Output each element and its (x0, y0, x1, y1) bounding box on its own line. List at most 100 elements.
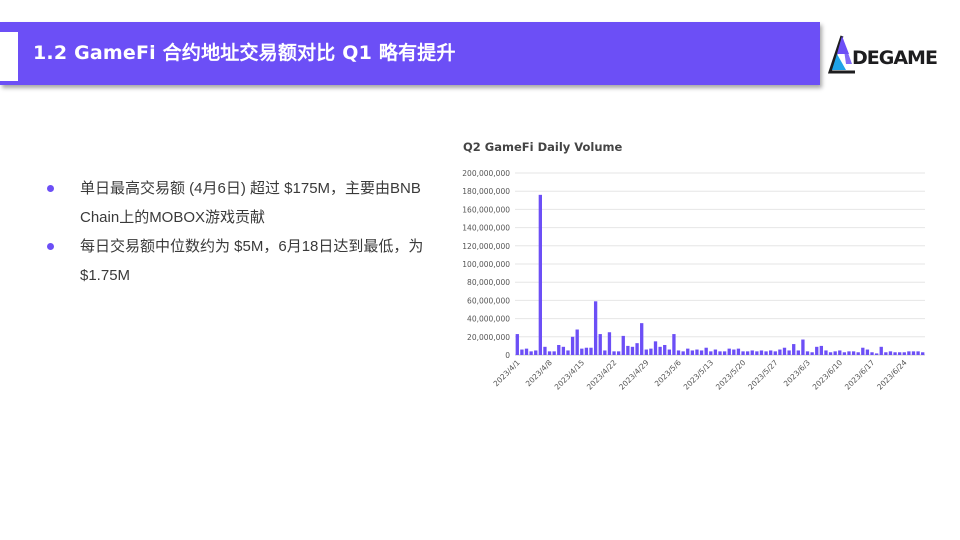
bar (690, 350, 695, 355)
bar (552, 351, 556, 355)
bar (838, 350, 842, 355)
bar (745, 351, 750, 355)
bar (603, 350, 607, 355)
bar (727, 348, 731, 355)
bar (769, 350, 773, 355)
bar (805, 351, 810, 355)
bar (635, 343, 639, 355)
bullet-item: 每日交易额中位数约为 $5M，6月18日达到最低，为 $1.75M (44, 232, 444, 290)
logo-text: DEGAME (852, 47, 938, 69)
bar (580, 348, 584, 355)
bar (695, 349, 699, 355)
y-tick-label: 180,000,000 (462, 187, 510, 196)
x-tick-label: 2023/4/1 (492, 358, 522, 388)
y-tick-label: 160,000,000 (462, 205, 510, 214)
bar (589, 347, 593, 355)
bar (810, 352, 814, 355)
bar (709, 351, 713, 355)
y-tick-label: 20,000,000 (467, 333, 510, 342)
bar (879, 346, 883, 355)
bar (529, 351, 533, 355)
chart-bars (515, 194, 925, 355)
bar (644, 349, 648, 355)
bullet-list: 单日最高交易额 (4月6日) 超过 $175M，主要由BNB Chain上的MO… (44, 174, 444, 290)
bar (833, 351, 837, 355)
bar (874, 353, 879, 355)
bar (593, 301, 598, 355)
bar (759, 350, 764, 355)
degame-logo: DEGAME (827, 34, 954, 78)
bar (865, 349, 870, 355)
chart-title: Q2 GameFi Daily Volume (463, 140, 623, 154)
bar (607, 332, 612, 355)
bar (828, 352, 833, 355)
bar (704, 347, 708, 355)
bar (713, 349, 718, 355)
bar (801, 339, 805, 355)
bar (842, 352, 847, 355)
y-tick-label: 0 (505, 351, 510, 360)
bar (667, 349, 671, 355)
bar (566, 350, 570, 355)
bullet-item: 单日最高交易额 (4月6日) 超过 $175M，主要由BNB Chain上的MO… (44, 174, 444, 232)
bar (630, 346, 635, 355)
x-tick-label: 2023/6/24 (875, 358, 909, 392)
y-tick-label: 100,000,000 (462, 260, 510, 269)
bar (888, 351, 893, 355)
bar (764, 351, 768, 355)
bullet-dot (47, 243, 54, 250)
x-tick-label: 2023/6/3 (782, 358, 812, 388)
bar (902, 352, 906, 355)
bar (561, 346, 566, 355)
x-tick-label: 2023/4/8 (524, 358, 554, 388)
bar (819, 345, 824, 355)
bullet-dot (47, 185, 54, 192)
bar (732, 349, 736, 355)
y-tick-label: 140,000,000 (462, 224, 510, 233)
bar (534, 350, 538, 355)
bar (584, 347, 589, 355)
bar (884, 352, 888, 355)
bar (921, 352, 925, 355)
bar (515, 334, 519, 355)
bar (598, 334, 602, 355)
bar (543, 346, 547, 355)
y-tick-label: 120,000,000 (462, 242, 510, 251)
y-tick-label: 80,000,000 (467, 278, 510, 287)
bar (626, 345, 630, 355)
bar (907, 351, 911, 355)
bar (612, 351, 616, 355)
bar (773, 351, 777, 355)
bullet-text: 单日最高交易额 (4月6日) 超过 $175M，主要由BNB Chain上的MO… (80, 180, 421, 226)
chart-grid (515, 172, 925, 356)
volume-chart: Q2 GameFi Daily Volume 0 20,000,000 40,000… (455, 133, 935, 408)
bar (699, 350, 704, 355)
bar (524, 348, 529, 355)
bar (787, 350, 791, 355)
bar (778, 349, 782, 355)
bar (653, 341, 658, 355)
bar (621, 335, 625, 355)
bar (672, 334, 676, 355)
x-tick-label: 2023/5/13 (682, 358, 716, 392)
bar (722, 351, 727, 355)
bar (649, 348, 653, 355)
bar (718, 351, 722, 355)
bar (663, 344, 667, 355)
bullet-text: 每日交易额中位数约为 $5M，6月18日达到最低，为 $1.75M (80, 238, 424, 284)
y-tick-label: 200,000,000 (462, 169, 510, 178)
bar (755, 351, 759, 355)
bar (557, 344, 561, 355)
bar (851, 351, 856, 355)
bar (520, 349, 524, 355)
bar (796, 350, 800, 355)
x-axis-ticks: 2023/4/1 2023/4/82023/4/152023/4/222023/4… (492, 358, 909, 392)
x-tick-label: 2023/6/17 (843, 358, 877, 392)
x-tick-label: 2023/4/15 (553, 358, 587, 392)
y-axis-ticks: 0 20,000,000 40,000,000 60,000,000 80,000,00… (462, 169, 510, 360)
bar (792, 344, 796, 355)
bar (861, 347, 865, 355)
bar (898, 352, 902, 355)
bar (640, 323, 644, 355)
volume-chart-svg: Q2 GameFi Daily Volume 0 20,000,000 40,000… (462, 140, 925, 392)
